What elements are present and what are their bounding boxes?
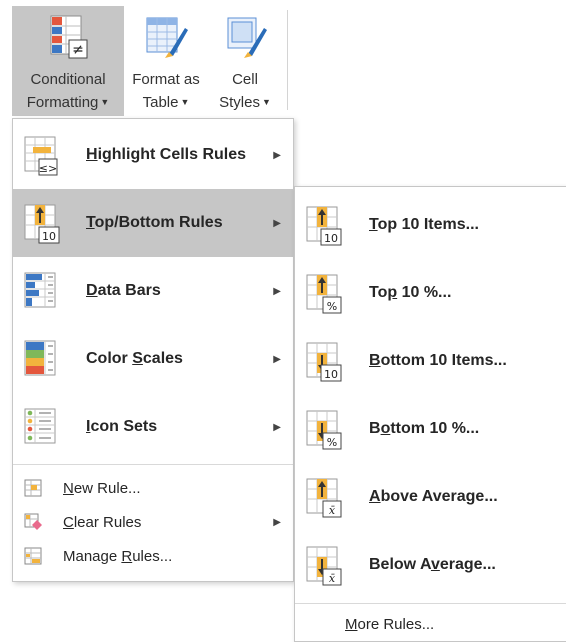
menu-item-label: Color Scales xyxy=(86,350,183,367)
top-10-items-icon: 10 xyxy=(306,206,342,246)
new-rule-icon xyxy=(24,479,42,497)
submenu-item-label: Above Average... xyxy=(369,488,498,505)
menu-item-new-rule[interactable]: New Rule... xyxy=(13,471,293,505)
submenu-item-label: Top 10 %... xyxy=(369,284,452,301)
top-bottom-rules-submenu: 10 Top 10 Items... % Top 10 %... 10 Bott… xyxy=(294,186,566,642)
submenu-item-more-rules[interactable]: More Rules... xyxy=(295,607,566,641)
submenu-separator xyxy=(295,603,566,604)
menu-item-label: Highlight Cells Rules xyxy=(86,146,247,163)
format-as-table-label-1: Format as xyxy=(132,71,200,88)
submenu-arrow-icon: ▶ xyxy=(273,217,281,229)
menu-item-label: New Rule... xyxy=(63,479,141,497)
conditional-formatting-button[interactable]: ≠ Conditional Formatting ▼ xyxy=(12,6,124,116)
menu-item-color-scales[interactable]: Color Scales ▶ xyxy=(13,325,293,393)
submenu-item-below-average[interactable]: x̄ Below Average... xyxy=(295,531,566,599)
menu-item-data-bars[interactable]: Data Bars ▶ xyxy=(13,257,293,325)
menu-item-top-bottom-rules[interactable]: 10 Top/Bottom Rules ▶ xyxy=(13,189,293,257)
submenu-item-label: Bottom 10 Items... xyxy=(369,352,507,369)
menu-item-icon-sets[interactable]: Icon Sets ▶ xyxy=(13,393,293,461)
submenu-item-top-10-percent[interactable]: % Top 10 %... xyxy=(295,259,566,327)
svg-text:%: % xyxy=(327,436,337,449)
submenu-arrow-icon: ▶ xyxy=(273,149,281,161)
format-as-table-icon xyxy=(146,17,188,58)
menu-item-highlight-cells-rules[interactable]: ≤> Highlight Cells Rules ▶ xyxy=(13,121,293,189)
cell-styles-label-1: Cell xyxy=(232,71,258,88)
menu-item-label: Clear Rules xyxy=(63,513,142,531)
svg-text:x̄: x̄ xyxy=(329,504,336,517)
ribbon: ≠ Conditional Formatting ▼ Format as Tabl… xyxy=(0,0,566,118)
menu-item-label: Top/Bottom Rules xyxy=(86,214,223,231)
cell-styles-icon xyxy=(227,17,267,58)
submenu-item-label: More Rules... xyxy=(345,615,435,633)
manage-rules-icon xyxy=(24,547,42,565)
below-average-icon: x̄ xyxy=(306,546,342,586)
svg-text:10: 10 xyxy=(324,368,338,381)
cell-styles-button[interactable]: Cell Styles ▼ xyxy=(210,6,280,116)
menu-separator xyxy=(13,464,293,465)
ribbon-separator xyxy=(287,10,288,110)
submenu-item-bottom-10-percent[interactable]: % Bottom 10 %... xyxy=(295,395,566,463)
svg-text:%: % xyxy=(327,300,337,313)
above-average-icon: x̄ xyxy=(306,478,342,518)
icon-sets-icon xyxy=(24,408,56,444)
svg-text:x̄: x̄ xyxy=(329,572,336,585)
menu-item-label: Icon Sets xyxy=(86,418,158,435)
submenu-item-label: Bottom 10 %... xyxy=(369,420,480,437)
submenu-item-label: Below Average... xyxy=(369,556,496,573)
submenu-arrow-icon: ▶ xyxy=(273,285,281,297)
format-as-table-button[interactable]: Format as Table ▼ xyxy=(126,6,206,116)
top-bottom-rules-icon: 10 xyxy=(24,204,60,244)
submenu-arrow-icon: ▶ xyxy=(273,421,281,433)
submenu-item-label: Top 10 Items... xyxy=(369,216,479,233)
cell-styles-label-2: Styles ▼ xyxy=(219,94,271,111)
svg-text:≤>: ≤> xyxy=(39,162,57,175)
svg-text:≠: ≠ xyxy=(72,42,84,58)
submenu-item-bottom-10-items[interactable]: 10 Bottom 10 Items... xyxy=(295,327,566,395)
bottom-10-items-icon: 10 xyxy=(306,342,342,382)
menu-item-label: Data Bars xyxy=(86,282,161,299)
data-bars-icon xyxy=(24,272,56,308)
menu-item-manage-rules[interactable]: Manage Rules... xyxy=(13,539,293,573)
menu-item-clear-rules[interactable]: Clear Rules ▶ xyxy=(13,505,293,539)
highlight-cells-rules-icon: ≤> xyxy=(24,136,58,176)
conditional-formatting-label-1: Conditional xyxy=(30,71,106,88)
clear-rules-icon xyxy=(24,513,42,530)
submenu-item-above-average[interactable]: x̄ Above Average... xyxy=(295,463,566,531)
format-as-table-label-2: Table ▼ xyxy=(142,94,190,111)
bottom-10-percent-icon: % xyxy=(306,410,342,450)
menu-item-label: Manage Rules... xyxy=(63,547,173,565)
svg-text:10: 10 xyxy=(42,230,56,243)
conditional-formatting-label-2: Formatting ▼ xyxy=(26,94,110,111)
color-scales-icon xyxy=(24,340,56,376)
submenu-item-top-10-items[interactable]: 10 Top 10 Items... xyxy=(295,191,566,259)
svg-text:10: 10 xyxy=(324,232,338,245)
submenu-arrow-icon: ▶ xyxy=(273,516,281,528)
conditional-formatting-menu: ≤> Highlight Cells Rules ▶ 10 Top/Bottom… xyxy=(12,118,294,582)
top-10-percent-icon: % xyxy=(306,274,342,314)
conditional-formatting-icon: ≠ xyxy=(50,15,88,59)
submenu-arrow-icon: ▶ xyxy=(273,353,281,365)
